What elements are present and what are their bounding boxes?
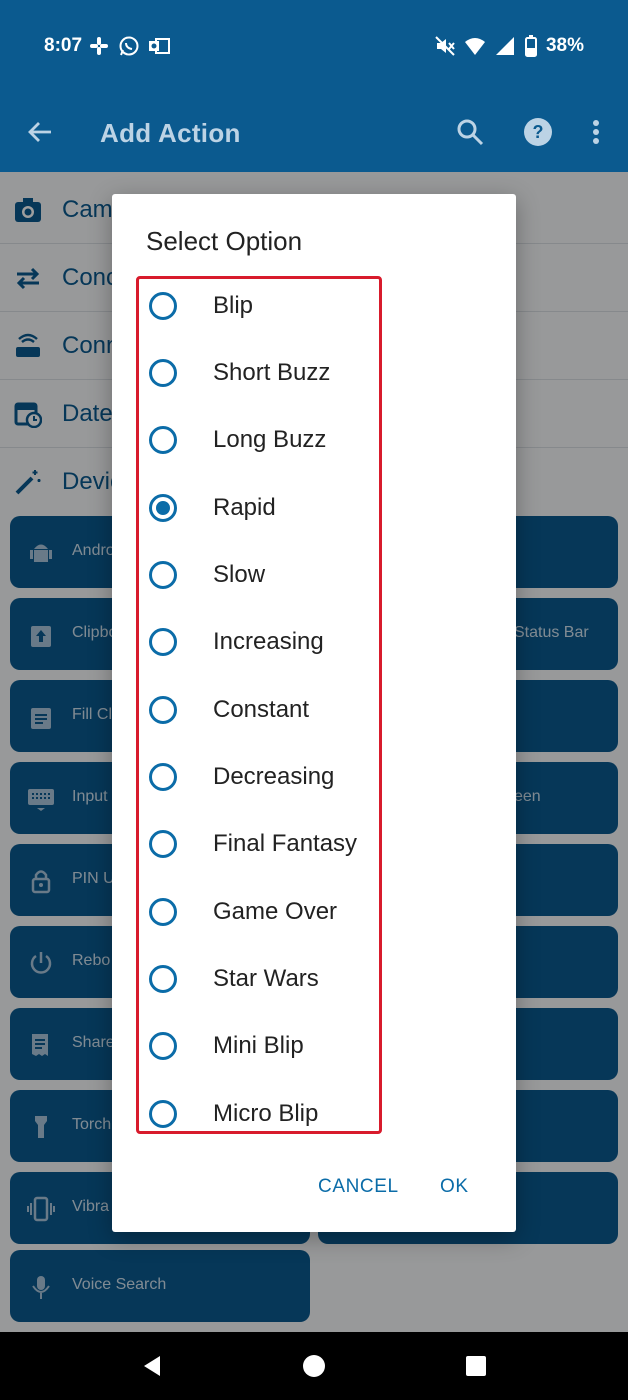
option-star-wars[interactable]: Star Wars bbox=[139, 945, 379, 1012]
radio-unchecked-icon[interactable] bbox=[149, 695, 177, 724]
option-label: Constant bbox=[213, 695, 310, 723]
battery-icon bbox=[524, 35, 538, 57]
search-icon[interactable] bbox=[450, 112, 490, 152]
radio-unchecked-icon[interactable] bbox=[149, 762, 177, 791]
option-short-buzz[interactable]: Short Buzz bbox=[139, 339, 379, 406]
option-label: Blip bbox=[213, 291, 254, 319]
status-bar: 8:07 38% bbox=[0, 0, 628, 92]
help-icon[interactable]: ? bbox=[518, 112, 558, 152]
radio-unchecked-icon[interactable] bbox=[149, 425, 177, 454]
wifi-icon bbox=[464, 35, 486, 57]
option-label: Long Buzz bbox=[213, 425, 327, 453]
recents-square-icon[interactable] bbox=[456, 1346, 496, 1386]
radio-unchecked-icon[interactable] bbox=[149, 627, 177, 656]
page-title: Add Action bbox=[100, 118, 241, 148]
mute-icon bbox=[434, 35, 456, 57]
radio-unchecked-icon[interactable] bbox=[149, 1099, 177, 1128]
cancel-button[interactable]: CANCEL bbox=[318, 1176, 399, 1198]
battery-percent: 38% bbox=[545, 35, 584, 56]
option-label: Star Wars bbox=[213, 964, 319, 992]
option-final-fantasy[interactable]: Final Fantasy bbox=[139, 810, 379, 877]
option-slow[interactable]: Slow bbox=[139, 541, 379, 608]
option-game-over[interactable]: Game Over bbox=[139, 878, 379, 945]
option-long-buzz[interactable]: Long Buzz bbox=[139, 406, 379, 473]
app-bar: Add Action ? bbox=[0, 92, 628, 172]
option-label: Decreasing bbox=[213, 762, 335, 790]
radio-unchecked-icon[interactable] bbox=[149, 964, 177, 993]
option-label: Micro Blip bbox=[213, 1099, 319, 1127]
radio-unchecked-icon[interactable] bbox=[149, 358, 177, 387]
back-triangle-icon[interactable] bbox=[132, 1346, 172, 1386]
slack-icon bbox=[88, 35, 110, 57]
signal-icon bbox=[494, 35, 516, 57]
option-increasing[interactable]: Increasing bbox=[139, 608, 379, 675]
radio-unchecked-icon[interactable] bbox=[149, 291, 177, 320]
home-circle-icon[interactable] bbox=[294, 1346, 334, 1386]
option-label: Short Buzz bbox=[213, 358, 331, 386]
option-decreasing[interactable]: Decreasing bbox=[139, 743, 379, 810]
option-label: Final Fantasy bbox=[213, 829, 358, 857]
ok-button[interactable]: OK bbox=[440, 1176, 469, 1198]
option-label: Mini Blip bbox=[213, 1031, 304, 1059]
option-constant[interactable]: Constant bbox=[139, 676, 379, 743]
whatsapp-icon bbox=[118, 35, 140, 57]
options-list: Blip Short Buzz Long Buzz Rapid Slow Inc… bbox=[136, 276, 382, 1134]
option-label: Game Over bbox=[213, 897, 338, 925]
select-option-dialog: Select Option Blip Short Buzz Long Buzz … bbox=[112, 194, 516, 1232]
svg-text:?: ? bbox=[533, 122, 544, 142]
option-label: Increasing bbox=[213, 627, 324, 655]
radio-checked-icon[interactable] bbox=[149, 493, 177, 522]
radio-unchecked-icon[interactable] bbox=[149, 897, 177, 926]
option-blip[interactable]: Blip bbox=[139, 279, 379, 339]
more-vert-icon[interactable] bbox=[578, 112, 614, 152]
radio-unchecked-icon[interactable] bbox=[149, 829, 177, 858]
dialog-actions: CANCEL OK bbox=[112, 1162, 516, 1212]
outlook-icon bbox=[148, 35, 170, 57]
back-arrow-icon[interactable] bbox=[20, 112, 60, 152]
system-nav-bar bbox=[0, 1332, 628, 1400]
option-mini-blip[interactable]: Mini Blip bbox=[139, 1012, 379, 1079]
dialog-title: Select Option bbox=[146, 226, 303, 256]
option-label: Slow bbox=[213, 560, 266, 588]
radio-unchecked-icon[interactable] bbox=[149, 560, 177, 589]
option-rapid[interactable]: Rapid bbox=[139, 474, 379, 541]
radio-unchecked-icon[interactable] bbox=[149, 1031, 177, 1060]
status-time: 8:07 bbox=[44, 35, 83, 56]
option-label: Rapid bbox=[213, 493, 276, 521]
option-micro-blip[interactable]: Micro Blip bbox=[139, 1080, 379, 1131]
